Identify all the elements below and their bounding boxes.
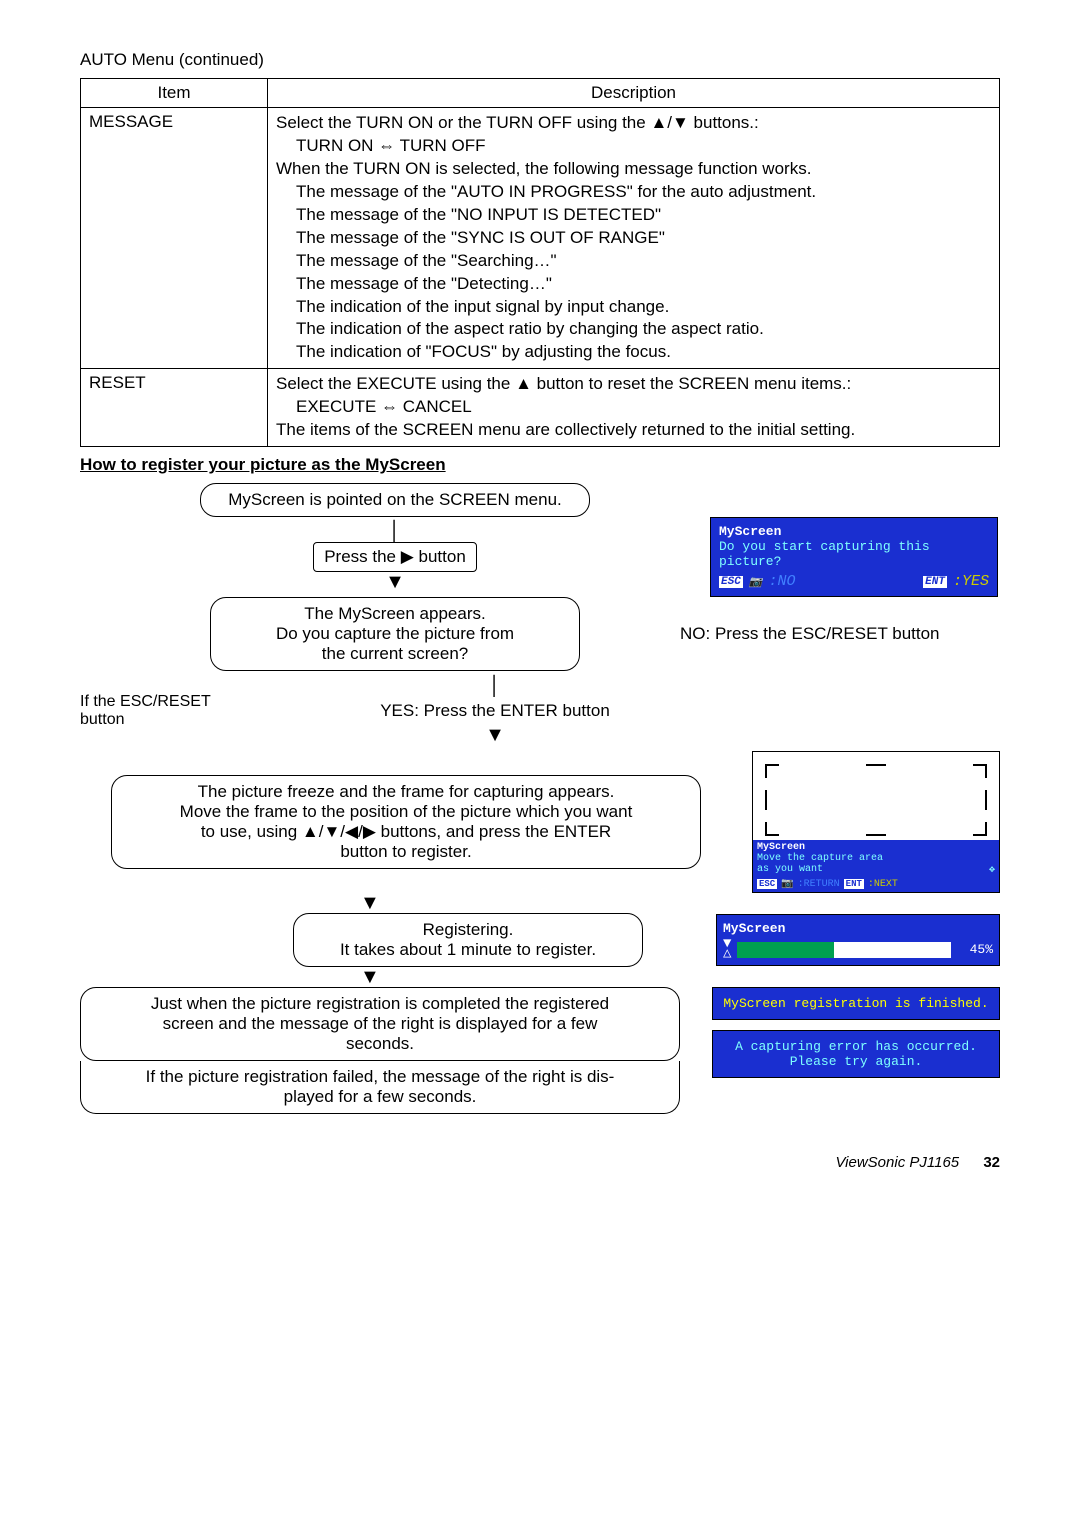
desc-cell: Select the EXECUTE using the ▲ button to… bbox=[268, 369, 1000, 447]
desc-line: Select the EXECUTE using the ▲ button to… bbox=[276, 373, 991, 396]
esc-chip: ESC bbox=[757, 879, 777, 889]
page-number: 32 bbox=[983, 1154, 1000, 1171]
move-icon: ✥ bbox=[989, 864, 995, 876]
flow-text: Move the frame to the position of the pi… bbox=[126, 802, 686, 822]
flow-text: the current screen? bbox=[225, 644, 565, 664]
desc-line: TURN ON ⇔ TURN OFF bbox=[276, 135, 991, 158]
flow-text: If the picture registration failed, the … bbox=[95, 1067, 665, 1087]
progress-title: MyScreen bbox=[723, 921, 993, 936]
desc-line: The items of the SCREEN menu are collect… bbox=[276, 419, 991, 442]
flow-text: The MyScreen appears. bbox=[225, 604, 565, 624]
flow-text: to use, using ▲/▼/◀/▶ buttons, and press… bbox=[126, 822, 686, 842]
table-row: RESET Select the EXECUTE using the ▲ but… bbox=[81, 369, 1000, 447]
flow-box-start: MyScreen is pointed on the SCREEN menu. bbox=[200, 483, 590, 517]
err-line: Please try again. bbox=[721, 1054, 991, 1069]
arrow-down-icon: ▼ bbox=[385, 574, 405, 590]
flow-text: screen and the message of the right is d… bbox=[95, 1014, 665, 1034]
table-row: MESSAGE Select the TURN ON or the TURN O… bbox=[81, 108, 1000, 369]
arrows-icon: ▼△ bbox=[723, 940, 731, 960]
esc-chip: ESC bbox=[719, 576, 743, 588]
section-continued: AUTO Menu (continued) bbox=[80, 50, 1000, 70]
section-title: How to register your picture as the MySc… bbox=[80, 455, 1000, 475]
flow-text: seconds. bbox=[95, 1034, 665, 1054]
dialog-myscreen: MyScreen Do you start capturing this pic… bbox=[710, 517, 998, 597]
return-label: :RETURN bbox=[798, 879, 840, 890]
msg-error: A capturing error has occurred. Please t… bbox=[712, 1030, 1000, 1078]
no-label: :NO bbox=[769, 573, 796, 590]
arrow-down-icon: ▼ bbox=[485, 727, 505, 743]
arrow-down-icon: ▼ bbox=[360, 895, 1000, 911]
yes-label: :YES bbox=[953, 573, 989, 590]
progress-bar bbox=[737, 942, 951, 958]
desc-line: The indication of "FOCUS" by adjusting t… bbox=[276, 341, 991, 364]
arrow-down-icon: │ bbox=[389, 524, 402, 540]
ent-chip: ENT bbox=[923, 576, 947, 588]
arrow-down-icon: ▼ bbox=[360, 969, 1000, 985]
flow-text: button to register. bbox=[126, 842, 686, 862]
flow-box-register: Registering. It takes about 1 minute to … bbox=[293, 913, 643, 967]
esc-text: button bbox=[80, 711, 260, 729]
dialog-msg: Do you start capturing this picture? bbox=[719, 539, 989, 569]
flow-box-error: If the picture registration failed, the … bbox=[80, 1061, 680, 1114]
err-line: A capturing error has occurred. bbox=[721, 1039, 991, 1054]
desc-line: Select the TURN ON or the TURN OFF using… bbox=[276, 112, 991, 135]
capture-area-preview: MyScreen Move the capture area as you wa… bbox=[752, 751, 1000, 893]
desc-line: The message of the "AUTO IN PROGRESS" fo… bbox=[276, 181, 991, 204]
item-cell: RESET bbox=[81, 369, 268, 447]
desc-line: The message of the "Detecting…" bbox=[276, 273, 991, 296]
no-branch-label: NO: Press the ESC/RESET button bbox=[670, 624, 1000, 644]
desc-line: The message of the "NO INPUT IS DETECTED… bbox=[276, 204, 991, 227]
desc-line: The message of the "Searching…" bbox=[276, 250, 991, 273]
next-label: :NEXT bbox=[868, 879, 898, 890]
flow-text: It takes about 1 minute to register. bbox=[308, 940, 628, 960]
item-cell: MESSAGE bbox=[81, 108, 268, 369]
desc-line: The message of the "SYNC IS OUT OF RANGE… bbox=[276, 227, 991, 250]
esc-text: If the ESC/RESET bbox=[80, 693, 260, 711]
progress-dialog: MyScreen ▼△ 45% bbox=[716, 914, 1000, 967]
flow-box-complete: Just when the picture registration is co… bbox=[80, 987, 680, 1061]
yes-branch-label: YES: Press the ENTER button bbox=[370, 697, 620, 725]
dialog-title: MyScreen bbox=[719, 524, 989, 539]
flow-text: Just when the picture registration is co… bbox=[95, 994, 665, 1014]
msg-finished: MyScreen registration is finished. bbox=[712, 987, 1000, 1020]
capture-msg: as you want bbox=[757, 864, 823, 876]
product-name: ViewSonic PJ1165 bbox=[835, 1154, 959, 1171]
flow-text: The picture freeze and the frame for cap… bbox=[126, 782, 686, 802]
progress-percent: 45% bbox=[957, 942, 993, 957]
col-item: Item bbox=[81, 79, 268, 108]
flow-label: Press the ▶ button bbox=[313, 542, 477, 572]
flow-text: Registering. bbox=[308, 920, 628, 940]
desc-line: The indication of the aspect ratio by ch… bbox=[276, 318, 991, 341]
col-desc: Description bbox=[268, 79, 1000, 108]
desc-cell: Select the TURN ON or the TURN OFF using… bbox=[268, 108, 1000, 369]
ent-chip: ENT bbox=[844, 879, 864, 889]
menu-table: Item Description MESSAGE Select the TURN… bbox=[80, 78, 1000, 447]
esc-reset-label: If the ESC/RESET button bbox=[80, 693, 260, 729]
flowchart: MyScreen is pointed on the SCREEN menu. … bbox=[80, 483, 1000, 1114]
desc-line: The indication of the input signal by in… bbox=[276, 296, 991, 319]
page-footer: ViewSonic PJ1165 32 bbox=[80, 1154, 1000, 1171]
capture-title: MyScreen bbox=[757, 842, 995, 853]
flow-box-capture: The picture freeze and the frame for cap… bbox=[111, 775, 701, 869]
arrow-down-icon: │ bbox=[489, 679, 502, 695]
desc-line: EXECUTE ⇔ CANCEL bbox=[276, 396, 991, 419]
flow-text: played for a few seconds. bbox=[95, 1087, 665, 1107]
desc-line: When the TURN ON is selected, the follow… bbox=[276, 158, 991, 181]
flow-text: Do you capture the picture from bbox=[225, 624, 565, 644]
capture-msg: Move the capture area bbox=[757, 853, 995, 864]
flow-box-myscreen: The MyScreen appears. Do you capture the… bbox=[210, 597, 580, 671]
